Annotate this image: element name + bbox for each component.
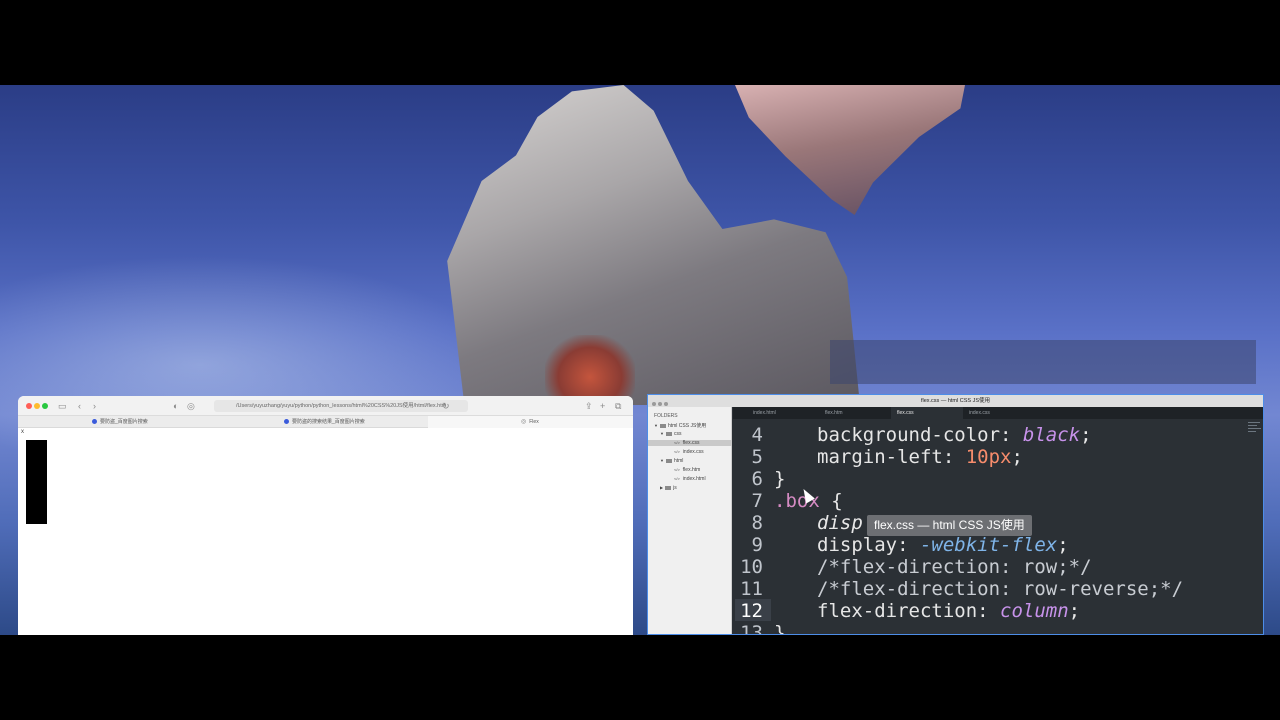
- editor-window-title: flex.css — html CSS JS使用: [920, 398, 991, 404]
- minimize-button[interactable]: [34, 403, 40, 409]
- sidebar-item-html[interactable]: ▼ html: [660, 458, 683, 464]
- line-gutter: 4 5 6 7 8 9 10 11 12 13: [733, 419, 773, 634]
- code-line-comment: /*flex-direction: row-reverse;*/: [817, 578, 1184, 600]
- line-number: 8: [751, 512, 763, 534]
- tab-label: 要防盗_百度图片搜索: [100, 419, 148, 425]
- wallpaper-rock-red: [545, 335, 635, 405]
- tab-label: Flex: [529, 419, 539, 425]
- editor-titlebar: flex.css — html CSS JS使用: [648, 395, 1263, 407]
- sidebar-item-flex-css[interactable]: </> flex.css: [648, 440, 732, 446]
- line-number: 11: [740, 578, 763, 600]
- browser-tab-1[interactable]: 要防盗_百度图片搜索: [92, 416, 282, 428]
- forward-icon[interactable]: ›: [93, 400, 96, 412]
- privacy-icon[interactable]: ◎: [187, 400, 195, 412]
- folder-icon: [659, 423, 666, 428]
- sidebar-icon[interactable]: ▭: [58, 400, 67, 412]
- editor-tabbar: index.html flex.htm flex.css index.css: [733, 407, 1263, 419]
- browser-toolbar: ▭ ‹ › ◐ ◎ /Users/yuyuzhang/yuyu/python/p…: [18, 396, 633, 416]
- sidebar-item-project[interactable]: ▼ html CSS JS使用: [654, 422, 706, 429]
- wallpaper-floating-rock: [735, 85, 965, 215]
- sidebar-item-label: index.html: [682, 476, 706, 482]
- code-line: disp: [817, 512, 863, 534]
- minimap-line: [1248, 428, 1261, 429]
- code-line: margin-left: 10px;: [817, 446, 1023, 468]
- tab-label: 要防盗的搜索结果_百度图片搜索: [292, 419, 365, 425]
- folder-icon: [665, 431, 672, 436]
- line-number: 7: [751, 490, 763, 512]
- minimap[interactable]: [1246, 419, 1263, 634]
- folder-icon: [665, 458, 672, 463]
- zoom-button[interactable]: [42, 403, 48, 409]
- close-button[interactable]: [26, 403, 32, 409]
- sidebar-item-flex-htm[interactable]: </> flex.htm: [674, 467, 700, 473]
- sidebar-item-label: html: [673, 458, 684, 464]
- baidu-favicon-icon: [92, 419, 97, 425]
- line-number: 13: [740, 622, 763, 635]
- line-number: 5: [751, 446, 763, 468]
- flex-box-item: [26, 440, 47, 524]
- baidu-favicon-icon: [284, 419, 289, 425]
- share-icon[interactable]: ⇪: [585, 400, 593, 412]
- minimap-line: [1248, 425, 1257, 426]
- editor-tab-flex-htm[interactable]: flex.htm: [819, 407, 891, 419]
- line-number-current: 12: [740, 600, 763, 622]
- code-line-current: flex-direction: column;: [817, 600, 1081, 622]
- reload-icon[interactable]: ↻: [442, 400, 450, 412]
- sidebar-item-index-html[interactable]: </> index.html: [674, 476, 706, 482]
- browser-tab-flex[interactable]: ◎ Flex: [428, 416, 633, 428]
- folder-icon: [665, 485, 672, 490]
- letterbox-top: [0, 0, 1280, 85]
- browser-tabbar: 要防盗_百度图片搜索 要防盗的搜索结果_百度图片搜索 ◎ Flex: [18, 416, 633, 428]
- line-number: 10: [740, 556, 763, 578]
- page-mark: x: [21, 429, 24, 435]
- sidebar-item-label: flex.css: [682, 440, 700, 446]
- browser-tab-2[interactable]: 要防盗的搜索结果_百度图片搜索: [284, 416, 426, 428]
- sidebar-item-label: js: [673, 485, 677, 491]
- line-number: 6: [751, 468, 763, 490]
- address-bar[interactable]: /Users/yuyuzhang/yuyu/python/python_less…: [214, 400, 468, 412]
- sidebar-item-label: flex.htm: [682, 467, 701, 473]
- editor-tab-index-html[interactable]: index.html: [747, 407, 819, 419]
- editor-tab-flex-css[interactable]: flex.css: [891, 407, 963, 419]
- sidebar-item-label: html CSS JS使用: [667, 423, 707, 429]
- code-line: }: [774, 622, 786, 635]
- new-tab-icon[interactable]: +: [600, 400, 605, 412]
- line-number: 9: [751, 534, 763, 556]
- back-icon[interactable]: ‹: [78, 400, 81, 412]
- folders-header: FOLDERS: [654, 413, 678, 419]
- code-line: }: [774, 468, 786, 490]
- page-content: x: [18, 429, 633, 635]
- minimap-line: [1248, 422, 1260, 423]
- code-line: background-color: black;: [817, 424, 1092, 446]
- line-number: 4: [751, 424, 763, 446]
- tab-overview-icon[interactable]: ⧉: [615, 400, 621, 412]
- minimap-line: [1248, 431, 1256, 432]
- sidebar-item-index-css[interactable]: </> index.css: [674, 449, 704, 455]
- shield-icon[interactable]: ◐: [173, 400, 178, 412]
- page-icon: ◎: [521, 419, 527, 425]
- editor-tab-index-css[interactable]: index.css: [963, 407, 1035, 419]
- letterbox-bottom: [0, 635, 1280, 720]
- overlay-bar: [830, 340, 1256, 384]
- code-line: display: -webkit-flex;: [817, 534, 1069, 556]
- browser-window: ▭ ‹ › ◐ ◎ /Users/yuyuzhang/yuyu/python/p…: [18, 396, 633, 635]
- code-line-comment: /*flex-direction: row;*/: [817, 556, 1092, 578]
- sidebar-item-label: index.css: [682, 449, 704, 455]
- sidebar-item-js[interactable]: ▶ js: [660, 485, 677, 491]
- sidebar-item-label: css: [673, 431, 682, 437]
- sidebar-item-css[interactable]: ▼ css: [660, 431, 681, 437]
- title-tooltip: flex.css — html CSS JS使用: [867, 515, 1032, 536]
- editor-sidebar: FOLDERS ▼ html CSS JS使用 ▼ css </> flex.css …: [648, 407, 732, 634]
